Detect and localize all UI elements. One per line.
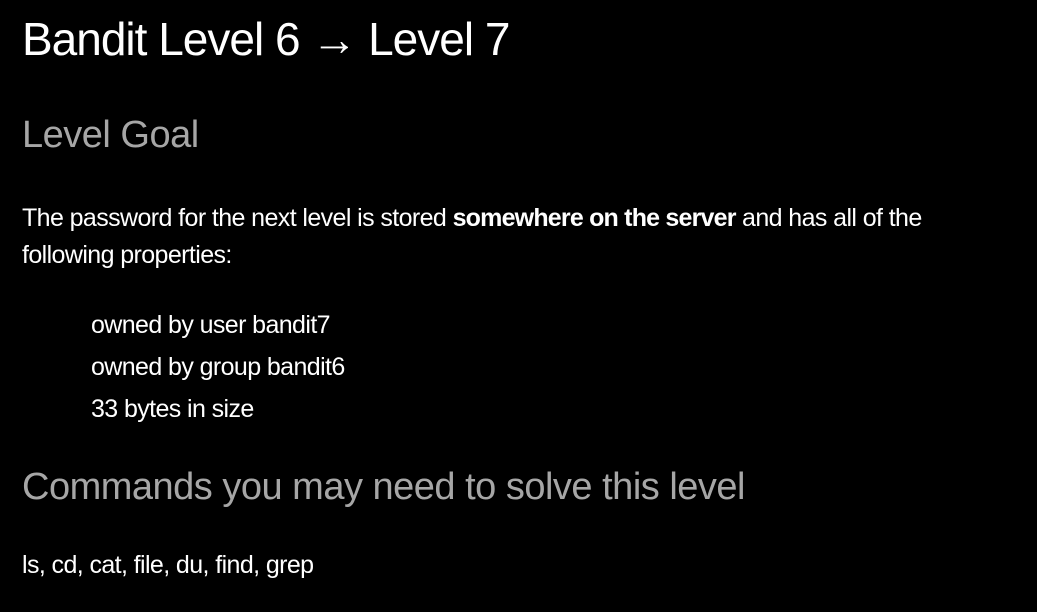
commands-heading: Commands you may need to solve this leve… xyxy=(22,466,745,508)
level-goal-heading: Level Goal xyxy=(22,114,199,156)
properties-list: owned by user bandit7 owned by group ban… xyxy=(91,304,345,430)
property-item-size: 33 bytes in size xyxy=(91,395,254,423)
property-item-owner-group: owned by group bandit6 xyxy=(91,353,345,381)
page-title: Bandit Level 6 → Level 7 xyxy=(22,13,510,65)
level-goal-description: The password for the next level is store… xyxy=(22,200,1012,274)
property-item-owner-user: owned by user bandit7 xyxy=(91,311,331,339)
goal-text-before: The password for the next level is store… xyxy=(22,204,453,232)
goal-text-emphasis: somewhere on the server xyxy=(452,204,737,232)
commands-list: ls, cd, cat, file, du, find, grep xyxy=(22,551,314,579)
